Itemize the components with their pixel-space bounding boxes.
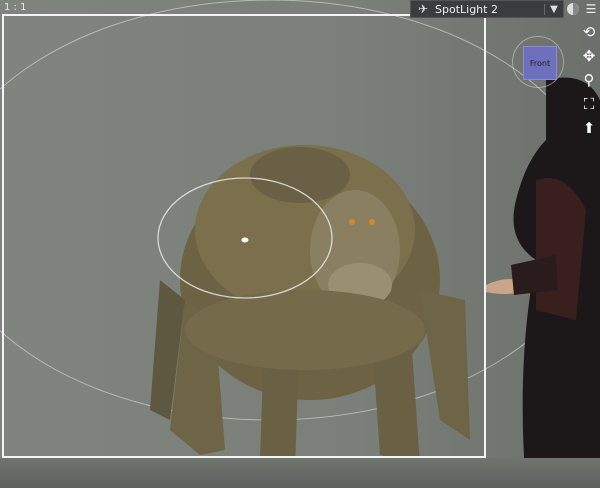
light-selector[interactable]: ✈ SpotLight 2 ▼: [410, 0, 564, 18]
shading-sphere-icon[interactable]: [564, 0, 582, 18]
light-selector-label: SpotLight 2: [435, 2, 498, 16]
spotlight-icon: ✈: [417, 2, 429, 16]
zoom-icon[interactable]: ⚲: [579, 70, 599, 90]
viewport-bottom-strip: [0, 458, 600, 488]
view-cube[interactable]: Front: [512, 36, 564, 88]
reset-view-icon[interactable]: ⬆: [579, 118, 599, 138]
pan-icon[interactable]: ✥: [579, 46, 599, 66]
viewport-menu-icon[interactable]: ☰: [582, 0, 600, 18]
frame-icon[interactable]: ⛶: [579, 94, 599, 114]
triangle-down-icon[interactable]: ▼: [544, 3, 563, 15]
orbit-icon[interactable]: ⟲: [579, 22, 599, 42]
3d-viewport[interactable]: 1 : 1 ✈ SpotLight 2 ▼ ☰ Front ⟲ ✥ ⚲ ⛶ ⬆: [0, 0, 600, 488]
navigation-tools: ⟲ ✥ ⚲ ⛶ ⬆: [578, 22, 600, 138]
aspect-ratio-label: 1 : 1: [4, 2, 27, 13]
view-cube-face[interactable]: Front: [523, 46, 557, 80]
render-frame-border: [2, 14, 486, 458]
